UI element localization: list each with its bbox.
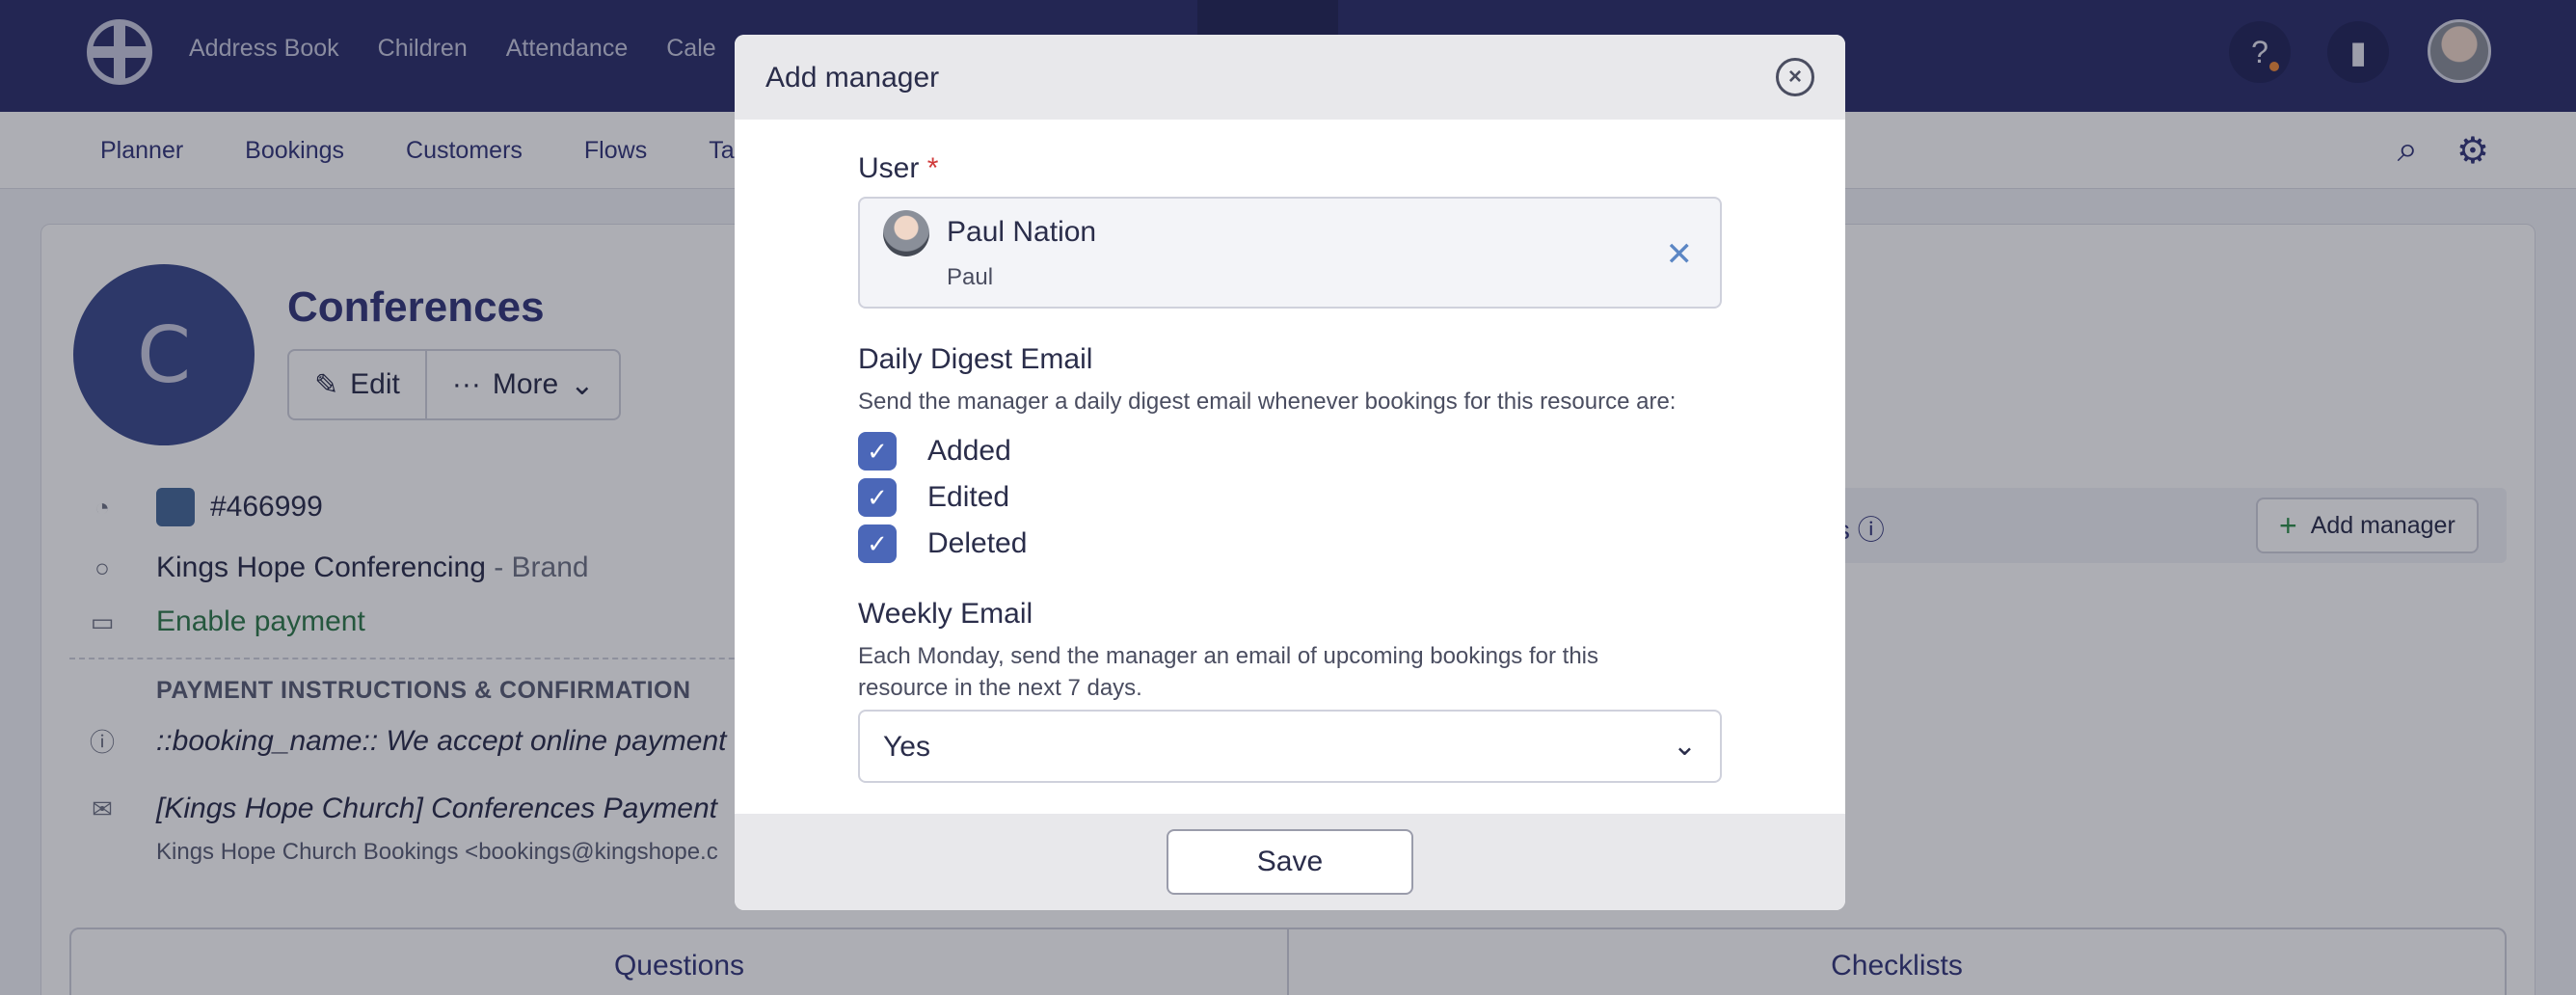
modal-title: Add manager <box>765 62 940 94</box>
checkbox-edited-label: Edited <box>927 481 1010 513</box>
selected-user-subtitle: Paul <box>947 264 994 290</box>
checkmark-icon: ✓ <box>858 432 897 471</box>
selected-user-name: Paul Nation <box>947 216 1097 248</box>
weekly-email-description: Each Monday, send the manager an email o… <box>858 643 1598 701</box>
modal-footer: Save <box>735 814 1845 910</box>
clear-user-icon[interactable]: ✕ <box>1666 235 1694 274</box>
close-icon[interactable]: × <box>1776 58 1814 96</box>
checkmark-icon: ✓ <box>858 524 897 563</box>
user-select-field[interactable]: Paul Nation Paul ✕ <box>858 197 1722 309</box>
checkbox-added[interactable]: ✓ Added <box>858 432 1011 471</box>
weekly-email-label: Weekly Email <box>858 598 1033 630</box>
add-manager-modal: Add manager × User * Paul Nation Paul ✕ … <box>735 35 1845 910</box>
selected-user-avatar <box>883 210 929 256</box>
weekly-email-value: Yes <box>883 731 930 763</box>
checkbox-added-label: Added <box>927 435 1011 467</box>
chevron-down-icon: ⌄ <box>1672 730 1697 762</box>
checkbox-edited[interactable]: ✓ Edited <box>858 478 1009 517</box>
user-label-text: User <box>858 152 920 184</box>
weekly-email-select[interactable]: Yes ⌄ <box>858 710 1722 783</box>
required-marker: * <box>926 152 939 184</box>
daily-digest-label: Daily Digest Email <box>858 343 1093 375</box>
checkbox-deleted-label: Deleted <box>927 527 1028 559</box>
save-button[interactable]: Save <box>1167 829 1413 895</box>
checkbox-deleted[interactable]: ✓ Deleted <box>858 524 1027 563</box>
checkmark-icon: ✓ <box>858 478 897 517</box>
daily-digest-description: Send the manager a daily digest email wh… <box>858 389 1677 415</box>
user-field-label: User * <box>858 152 938 185</box>
modal-header: Add manager × <box>735 35 1845 120</box>
